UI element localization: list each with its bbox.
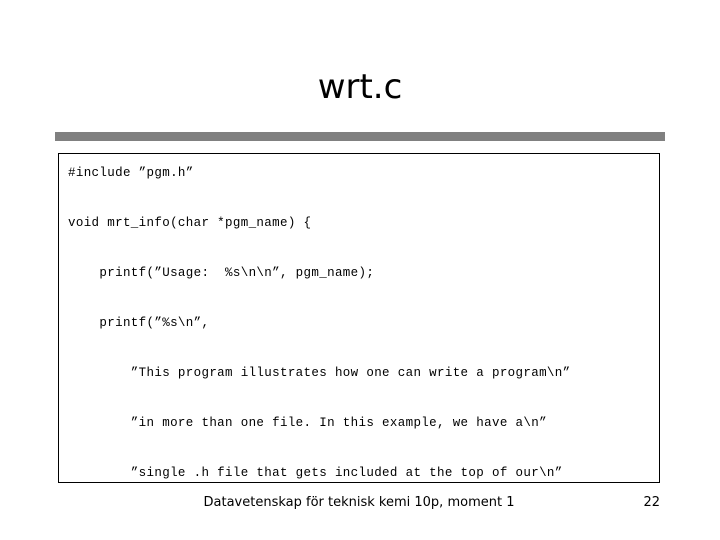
code-line: #include ”pgm.h” (68, 166, 194, 180)
code-line: void mrt_info(char *pgm_name) { (68, 216, 312, 230)
slide-footer: Datavetenskap för teknisk kemi 10p, mome… (58, 494, 660, 514)
page-title: wrt.c (317, 67, 403, 107)
code-line: printf(”Usage: %s\n\n”, pgm_name); (68, 266, 375, 280)
code-line: ”This program illustrates how one can wr… (68, 366, 571, 380)
slide: wrt.c #include ”pgm.h” void mrt_info(cha… (0, 0, 720, 540)
code-listing: #include ”pgm.h” void mrt_info(char *pgm… (59, 154, 659, 482)
code-line: ”in more than one file. In this example,… (68, 416, 547, 430)
code-line: printf(”%s\n”, (68, 316, 210, 330)
code-line: ”single .h file that gets included at th… (68, 466, 563, 480)
title-divider-rule (55, 132, 665, 141)
footer-page-number: 22 (643, 495, 660, 510)
footer-course-label: Datavetenskap för teknisk kemi 10p, mome… (203, 495, 515, 510)
code-listing-box: #include ”pgm.h” void mrt_info(char *pgm… (58, 153, 660, 483)
